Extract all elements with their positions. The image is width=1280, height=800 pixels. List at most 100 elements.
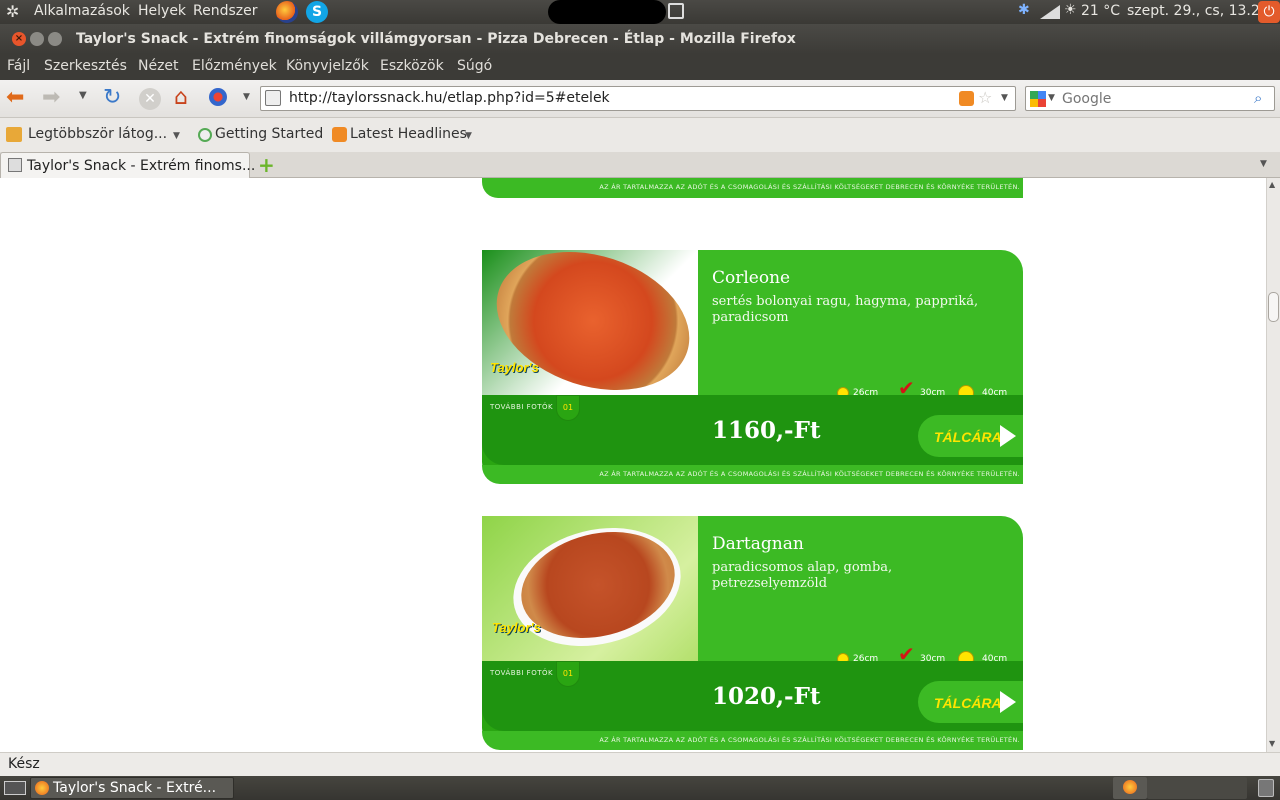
google-engine-icon[interactable] xyxy=(1030,91,1046,107)
forward-button[interactable]: ➡ xyxy=(42,86,60,110)
taskbar-firefox-window[interactable]: Taylor's Snack - Extré... xyxy=(30,777,234,799)
menu-view[interactable]: Nézet xyxy=(138,58,179,74)
pizza-price: 1160,-Ft xyxy=(712,417,821,444)
url-text[interactable]: http://taylorssnack.hu/etlap.php?id=5#et… xyxy=(289,90,610,106)
menu-tools[interactable]: Eszközök xyxy=(380,58,444,74)
reload-button[interactable]: ↻ xyxy=(103,85,121,111)
tab-favicon-icon xyxy=(8,158,22,172)
window-titlebar: × Taylor's Snack - Extrém finomságok vil… xyxy=(0,24,1280,54)
close-window-button[interactable]: × xyxy=(12,32,26,46)
bookmark-most-visited[interactable]: Legtöbbször látog... xyxy=(28,126,167,142)
menu-edit[interactable]: Szerkesztés xyxy=(44,58,127,74)
places-menu[interactable]: Helyek xyxy=(138,3,186,19)
show-desktop-icon[interactable] xyxy=(4,781,26,795)
scroll-down-arrow-icon[interactable]: ▼ xyxy=(1269,739,1275,748)
firefox-launcher-icon[interactable] xyxy=(276,1,298,23)
history-dropdown-icon[interactable]: ▼ xyxy=(79,90,87,101)
bookmark-getting-started[interactable]: Getting Started xyxy=(215,126,323,142)
workspace-switcher[interactable] xyxy=(1113,777,1147,799)
clock[interactable]: szept. 29., cs, 13.28 xyxy=(1127,3,1269,19)
menubar: Fájl Szerkesztés Nézet Előzmények Könyvj… xyxy=(0,54,1280,80)
pizza-card-dartagnan: Taylor's Dartagnan paradicsomos alap, go… xyxy=(482,516,1023,750)
search-input[interactable] xyxy=(1062,88,1248,109)
photo-count[interactable]: 01 xyxy=(556,395,580,421)
navigation-toolbar: ⬅ ➡ ▼ ↻ ✕ ⌂ ▼ http://taylorssnack.hu/etl… xyxy=(0,80,1280,118)
addon-dropdown-icon[interactable]: ▼ xyxy=(243,92,250,102)
screen-lock-icon[interactable] xyxy=(668,3,684,19)
pizza-image[interactable]: Taylor's xyxy=(482,516,698,661)
system-menu[interactable]: Rendszer xyxy=(193,3,257,19)
bluetooth-icon[interactable]: ✱ xyxy=(1018,2,1030,18)
scrollbar-thumb[interactable] xyxy=(1268,292,1279,322)
trash-icon[interactable] xyxy=(1258,779,1274,797)
maximize-window-button[interactable] xyxy=(48,32,62,46)
site-identity-icon[interactable] xyxy=(265,90,281,106)
bookmark-star-icon[interactable]: ☆ xyxy=(978,88,992,107)
more-photos-label: TOVÁBBI FOTÓK xyxy=(490,403,554,411)
minimize-window-button[interactable] xyxy=(30,32,44,46)
vertical-scrollbar[interactable]: ▲ ▼ xyxy=(1266,178,1280,752)
rss-feed-icon[interactable] xyxy=(959,91,974,106)
status-text: Kész xyxy=(8,756,40,772)
url-dropdown-icon[interactable]: ▼ xyxy=(1001,93,1008,103)
search-engine-dropdown-icon[interactable]: ▼ xyxy=(1048,93,1055,103)
tab-active[interactable]: Taylor's Snack - Extrém finoms... xyxy=(0,152,255,179)
menu-file[interactable]: Fájl xyxy=(7,58,30,74)
disclaimer-text: AZ ÁR TARTALMAZZA AZ ADÓT ÉS A CSOMAGOLÁ… xyxy=(599,736,1020,744)
taskbar-window-label: Taylor's Snack - Extré... xyxy=(53,780,217,796)
rss-icon xyxy=(332,127,347,142)
taylors-logo: Taylor's xyxy=(492,620,541,635)
url-bar[interactable]: http://taylorssnack.hu/etlap.php?id=5#et… xyxy=(260,86,1016,111)
applications-menu[interactable]: Alkalmazások xyxy=(34,3,130,19)
latest-headlines-dropdown-icon[interactable]: ▼ xyxy=(465,131,472,141)
pizza-name: Corleone xyxy=(712,268,791,288)
most-visited-dropdown-icon[interactable]: ▼ xyxy=(173,131,180,141)
add-to-cart-button[interactable]: TÁLCÁRA xyxy=(918,681,1023,723)
tab-label: Taylor's Snack - Extrém finoms... xyxy=(27,158,256,174)
pizza-image[interactable]: Taylor's xyxy=(482,250,698,395)
add-to-cart-button[interactable]: TÁLCÁRA xyxy=(918,415,1023,457)
pizza-price: 1020,-Ft xyxy=(712,683,821,710)
pizza-description: sertés bolonyai ragu, hagyma, pappriká, … xyxy=(712,294,979,325)
tab-bar: Taylor's Snack - Extrém finoms... + ▼ xyxy=(0,152,1280,179)
more-photos-label: TOVÁBBI FOTÓK xyxy=(490,669,554,677)
workspace-empty[interactable] xyxy=(1147,777,1247,799)
ubuntu-logo-icon[interactable]: ✲ xyxy=(6,2,19,21)
add-to-cart-label: TÁLCÁRA xyxy=(934,429,1002,445)
bottom-panel: Taylor's Snack - Extré... xyxy=(0,776,1280,800)
menu-help[interactable]: Súgó xyxy=(457,58,492,74)
network-icon[interactable] xyxy=(1040,5,1060,19)
taylors-logo: Taylor's xyxy=(490,360,539,375)
weather-sun-icon[interactable]: ☀ xyxy=(1064,2,1077,18)
firefox-icon xyxy=(35,781,49,795)
getting-started-icon xyxy=(198,128,212,142)
bookmark-latest-headlines[interactable]: Latest Headlines xyxy=(350,126,467,142)
addon-icon[interactable] xyxy=(209,88,227,106)
skype-launcher-icon[interactable]: S xyxy=(306,1,328,23)
folder-icon xyxy=(6,127,22,142)
power-icon[interactable]: ⏻ xyxy=(1258,1,1280,23)
previous-pizza-card: AZ ÁR TARTALMAZZA AZ ADÓT ÉS A CSOMAGOLÁ… xyxy=(482,178,1023,218)
new-tab-button[interactable]: + xyxy=(258,153,275,177)
tab-list-dropdown-icon[interactable]: ▼ xyxy=(1260,159,1267,169)
redacted-area xyxy=(548,0,666,24)
top-panel: ✲ Alkalmazások Helyek Rendszer S ✱ ☀ 21 … xyxy=(0,0,1280,24)
back-button[interactable]: ⬅ xyxy=(6,86,24,110)
menu-history[interactable]: Előzmények xyxy=(192,58,277,74)
disclaimer-text: AZ ÁR TARTALMAZZA AZ ADÓT ÉS A CSOMAGOLÁ… xyxy=(599,183,1020,191)
pizza-card-corleone: Taylor's Corleone sertés bolonyai ragu, … xyxy=(482,250,1023,484)
pizza-name: Dartagnan xyxy=(712,534,804,554)
home-button[interactable]: ⌂ xyxy=(174,86,188,110)
firefox-workspace-icon xyxy=(1123,780,1137,794)
photo-count[interactable]: 01 xyxy=(556,661,580,687)
pizza-description: paradicsomos alap, gomba, petrezselyemzö… xyxy=(712,560,893,591)
menu-bookmarks[interactable]: Könyvjelzők xyxy=(286,58,369,74)
search-magnifier-icon[interactable]: ⌕ xyxy=(1254,89,1262,107)
arrow-right-icon xyxy=(1000,691,1016,713)
bookmarks-toolbar: Legtöbbször látog... ▼ Getting Started L… xyxy=(0,118,1280,152)
stop-button[interactable]: ✕ xyxy=(139,88,161,110)
scroll-up-arrow-icon[interactable]: ▲ xyxy=(1269,180,1275,189)
status-bar: Kész xyxy=(0,752,1280,776)
temperature[interactable]: 21 °C xyxy=(1081,3,1120,19)
search-box[interactable]: ▼ ⌕ xyxy=(1025,86,1275,111)
